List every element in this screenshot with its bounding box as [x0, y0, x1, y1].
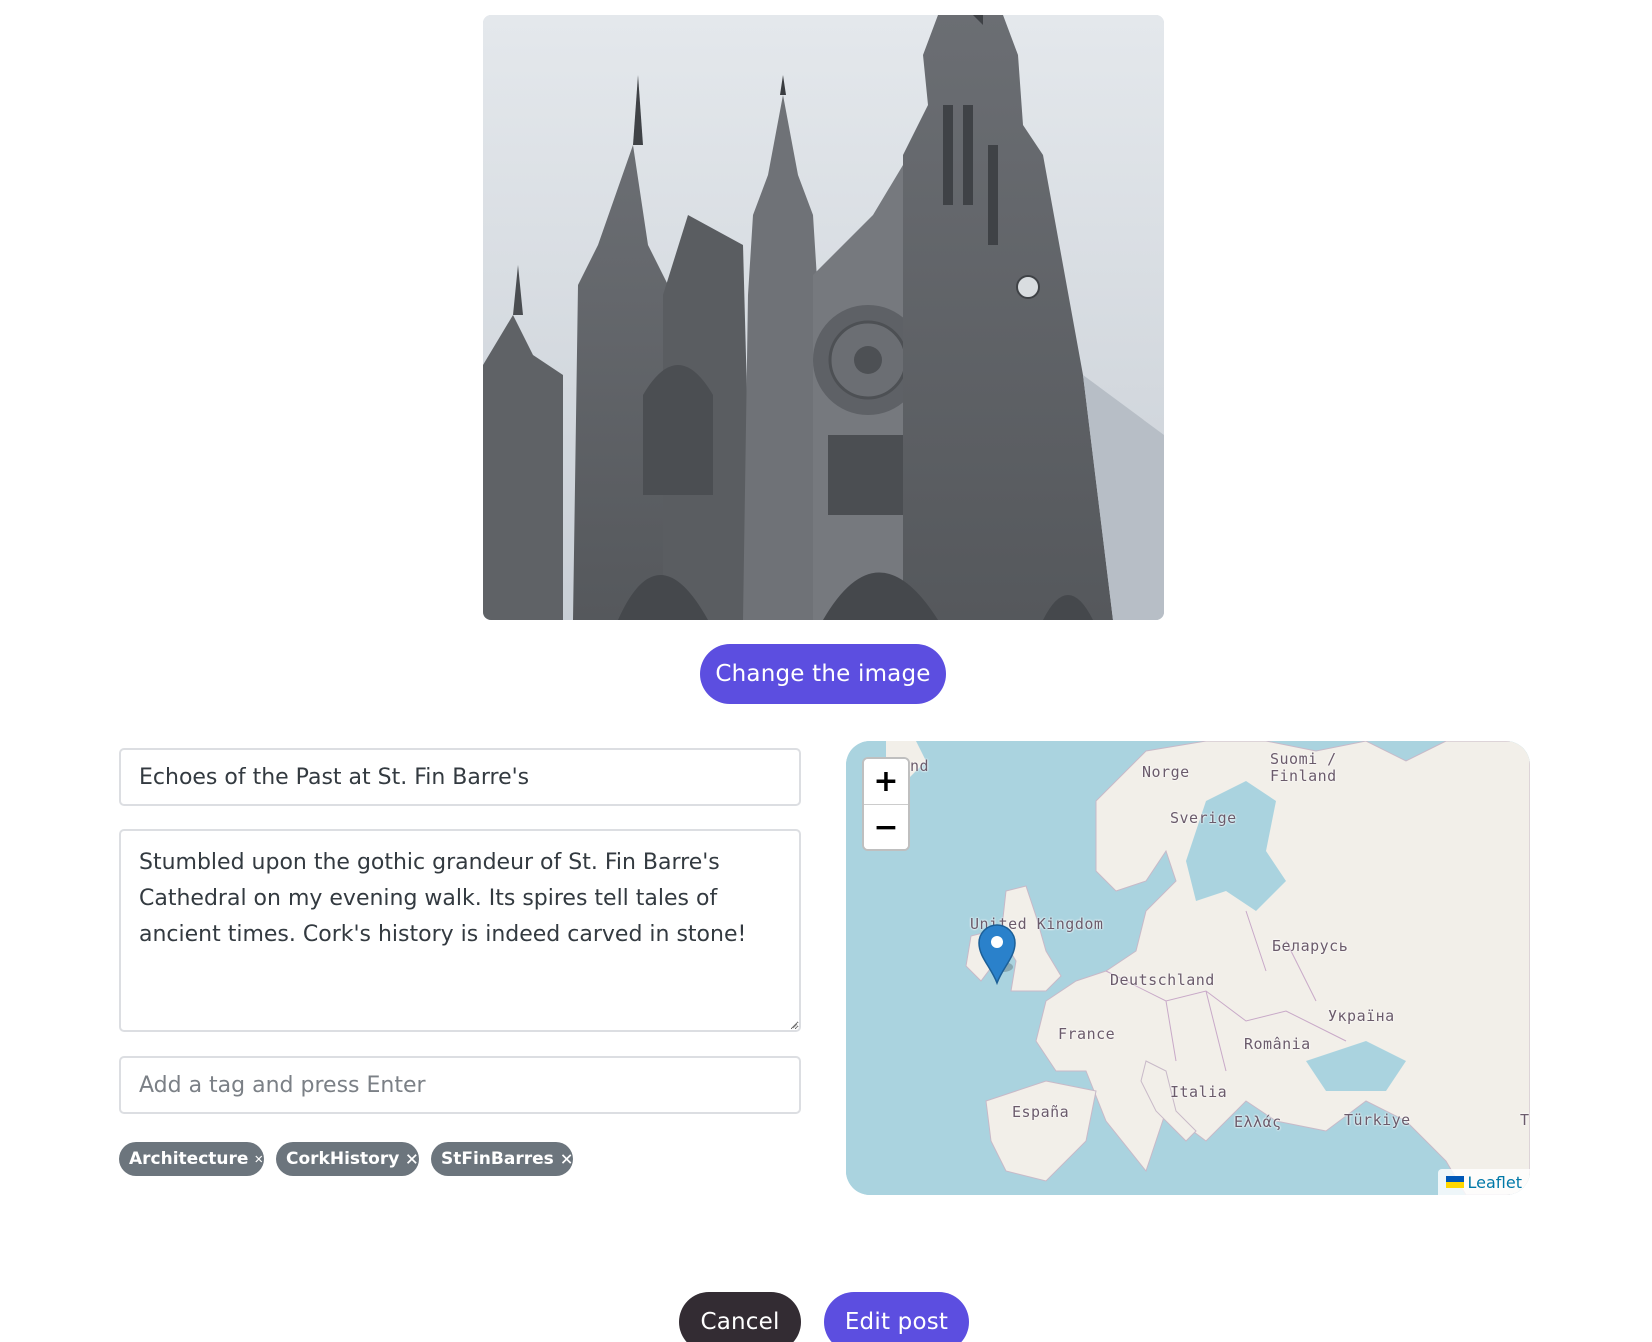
- cathedral-photo: [483, 15, 1164, 620]
- zoom-out-button[interactable]: −: [864, 804, 908, 849]
- map-label-romania: România: [1244, 1035, 1311, 1053]
- map-label-edge: T: [1520, 1111, 1530, 1129]
- location-map[interactable]: + − nd Norge Suomi / Finland Sverige Uni…: [846, 741, 1530, 1195]
- resize-grip-icon[interactable]: [792, 1023, 798, 1029]
- description-textarea[interactable]: Stumbled upon the gothic grandeur of St.…: [119, 829, 801, 1032]
- map-label-finland: Suomi / Finland: [1270, 750, 1337, 785]
- tag-chip: Architecture: [119, 1142, 264, 1176]
- tag-chip: StFinBarres: [431, 1142, 573, 1176]
- map-label-germany: Deutschland: [1110, 971, 1215, 989]
- ukraine-flag-icon: [1445, 1176, 1464, 1188]
- zoom-in-button[interactable]: +: [864, 759, 908, 804]
- map-label-greece: Ελλάς: [1234, 1113, 1282, 1131]
- post-image: [483, 15, 1164, 620]
- tag-input[interactable]: [119, 1056, 801, 1114]
- close-icon[interactable]: [254, 1151, 264, 1167]
- map-attribution[interactable]: Leaflet: [1437, 1169, 1530, 1195]
- map-label-iceland: nd: [910, 757, 930, 775]
- title-input[interactable]: [119, 748, 801, 806]
- map-label-italy: Italia: [1170, 1083, 1228, 1101]
- tag-label: CorkHistory: [286, 1149, 400, 1169]
- map-label-spain: España: [1012, 1103, 1070, 1121]
- map-pin-icon[interactable]: [977, 923, 1017, 985]
- edit-post-page: Change the image Stumbled upon the gothi…: [0, 0, 1652, 1342]
- zoom-control: + −: [862, 757, 910, 851]
- map-label-sweden: Sverige: [1170, 809, 1237, 827]
- map-label-norway: Norge: [1142, 763, 1190, 781]
- map-label-france: France: [1058, 1025, 1116, 1043]
- cancel-button[interactable]: Cancel: [679, 1292, 801, 1342]
- edit-post-button[interactable]: Edit post: [824, 1292, 969, 1342]
- map-label-belarus: Беларусь: [1272, 937, 1349, 955]
- tag-chip: CorkHistory: [276, 1142, 419, 1176]
- attribution-link[interactable]: Leaflet: [1468, 1173, 1522, 1192]
- tag-label: Architecture: [129, 1149, 249, 1169]
- close-icon[interactable]: [405, 1151, 419, 1167]
- tag-label: StFinBarres: [441, 1149, 554, 1169]
- change-image-button[interactable]: Change the image: [700, 644, 946, 704]
- map-label-turkey: Türkiye: [1344, 1111, 1411, 1129]
- close-icon[interactable]: [560, 1151, 573, 1167]
- map-label-ukraine: Україна: [1328, 1007, 1395, 1025]
